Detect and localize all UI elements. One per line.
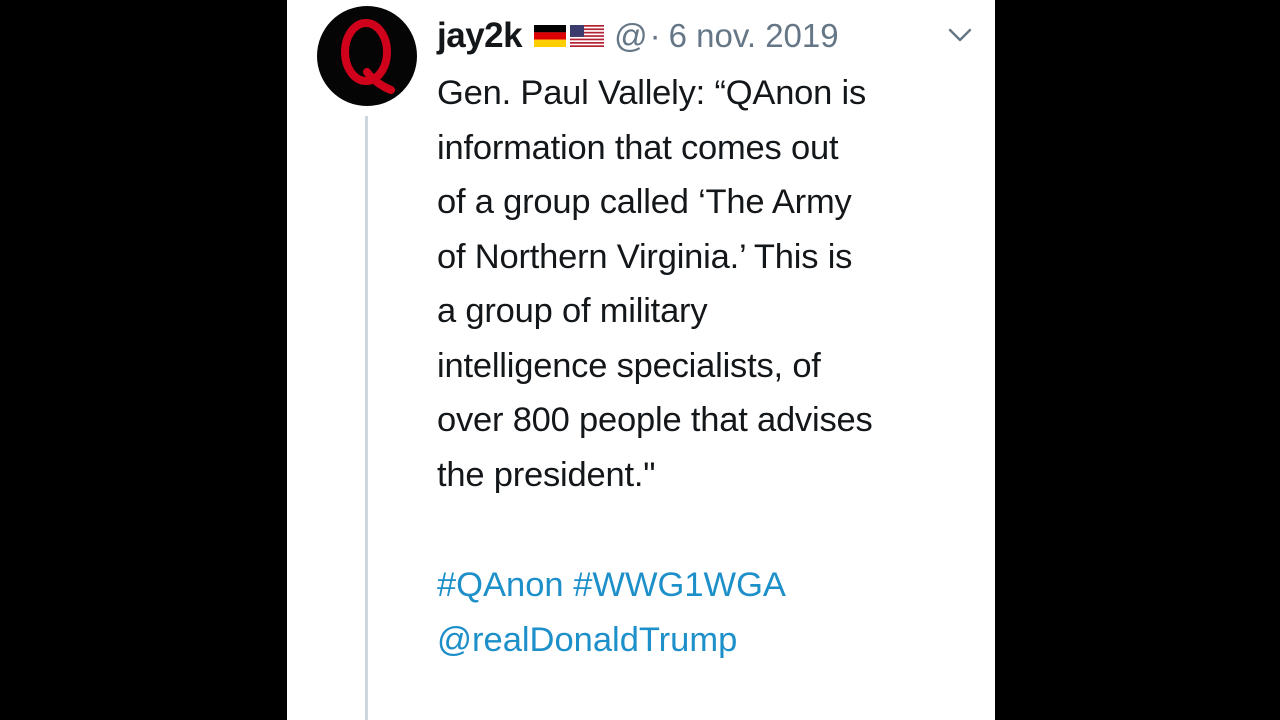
mention-line: @realDonaldTrump [437, 613, 786, 668]
tweet-links: #QAnon #WWG1WGA @realDonaldTrump [437, 558, 786, 667]
q-logo-avatar-icon[interactable] [317, 6, 417, 106]
q-letter-graphic [341, 19, 395, 94]
hashtag-wwg1wga[interactable]: #WWG1WGA [573, 566, 786, 604]
usa-flag-icon [570, 25, 605, 47]
germany-flag-icon [534, 25, 567, 47]
chevron-down-icon[interactable] [947, 22, 973, 48]
handle[interactable]: @ [614, 17, 648, 55]
tweet-header: jay2k @ · 6 nov. 2019 [437, 12, 839, 60]
mention-link[interactable]: @realDonaldTrump [437, 621, 737, 659]
thread-line [365, 116, 368, 720]
tweet-text: Gen. Paul Vallely: “QAnon is information… [437, 74, 873, 494]
hashtag-qanon[interactable]: #QAnon [437, 566, 564, 604]
username[interactable]: jay2k [437, 16, 523, 56]
separator-dot: · [649, 17, 661, 54]
tweet-panel: jay2k @ · 6 nov. 2019 Gen. Paul Vallely:… [287, 0, 995, 720]
hashtag-line: #QAnon #WWG1WGA [437, 558, 786, 613]
tweet-date[interactable]: 6 nov. 2019 [669, 17, 839, 55]
